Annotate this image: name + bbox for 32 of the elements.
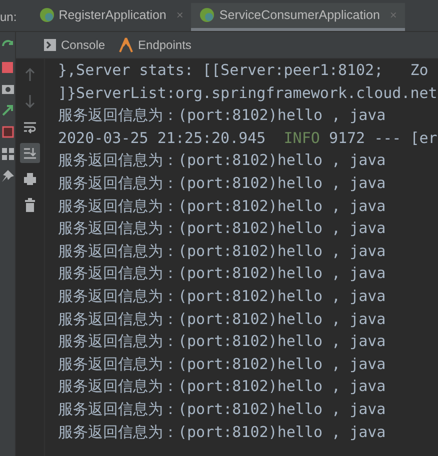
console-tab[interactable]: Console — [44, 38, 106, 52]
console-line: 服务返回信息为：(port:8102)hello , java — [58, 218, 386, 240]
soft-wrap-icon[interactable] — [23, 120, 37, 134]
console-tab[interactable]: Endpoints — [119, 37, 192, 53]
console-line: 服务返回信息为：(port:8102)hello , java — [58, 308, 386, 330]
scroll-to-end-icon[interactable] — [23, 146, 37, 160]
square-icon[interactable] — [2, 126, 14, 138]
console-line: 服务返回信息为：(port:8102)hello , java — [58, 263, 386, 284]
grid-icon[interactable] — [2, 148, 14, 160]
console-line: 服务返回信息为：(port:8102)hello , java — [58, 172, 386, 194]
console-line: 服务返回信息为：(port:8102)hello , java — [58, 398, 386, 420]
camera-icon[interactable] — [2, 83, 14, 94]
run-tab[interactable]: RegisterApplication × — [30, 2, 192, 30]
arrow-icon[interactable] — [2, 104, 14, 116]
console-line: 服务返回信息为：(port:8102)hello , java — [58, 376, 386, 398]
trash-icon[interactable] — [24, 198, 36, 212]
console-line: 服务返回信息为：(port:8102)hello , java — [58, 150, 386, 172]
console-line: 服务返回信息为：(port:8102)hello , java — [58, 422, 386, 442]
log-line: 2020-03-25 21:25:20.945 INFO 9172 --- [er — [58, 128, 438, 149]
console-line: 服务返回信息为：(port:8102)hello , java — [58, 331, 386, 352]
console-line: 服务返回信息为：(port:8102)hello , java — [58, 196, 386, 217]
console-icon — [44, 39, 56, 51]
run-tab[interactable]: ServiceConsumerApplication × — [191, 2, 405, 30]
console-line: 服务返回信息为：(port:8102)hello , java — [58, 240, 386, 262]
console-line: },Server stats: [[Server:peer1:8102; Zo — [58, 60, 428, 81]
run-label: un: — [0, 10, 17, 24]
console-line: 服务返回信息为：(port:8102)hello , java — [58, 105, 386, 126]
console-line: 服务返回信息为：(port:8102)hello , java — [58, 354, 386, 375]
pin-icon[interactable] — [2, 170, 14, 182]
console-line: ]}ServerList:org.springframework.cloud.net — [58, 82, 438, 104]
endpoints-icon — [119, 37, 134, 53]
console-line: 服务返回信息为：(port:8102)hello , java — [58, 286, 386, 307]
